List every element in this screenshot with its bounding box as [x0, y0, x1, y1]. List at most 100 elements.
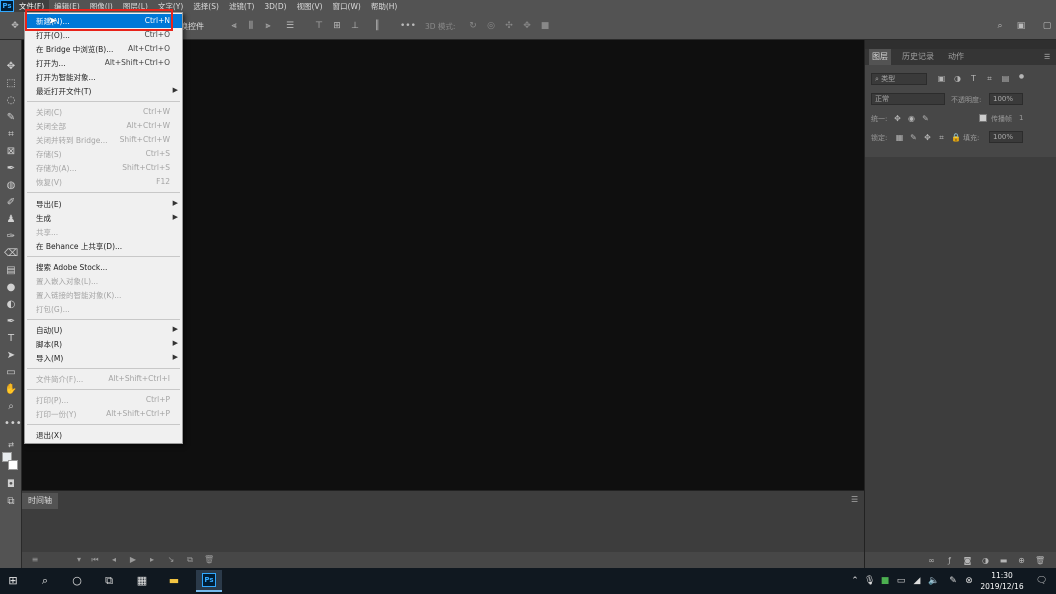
next-frame-icon[interactable]: ▸ — [147, 555, 157, 565]
filter-toggle-icon[interactable]: ● — [1017, 72, 1026, 81]
menu-item-print-one-copy[interactable]: 打印一份(Y) Alt+Shift+Ctrl+P — [25, 407, 182, 421]
timeline-tab[interactable]: 时间轴 — [22, 493, 58, 509]
filter-shape-icon[interactable]: ⌗ — [985, 74, 994, 83]
new-group-icon[interactable]: ▬ — [999, 556, 1008, 565]
hand-tool-icon[interactable]: ✋ — [4, 383, 18, 397]
unify-visibility-icon[interactable]: ◉ — [907, 114, 916, 123]
menu-select[interactable]: 选择(S) — [188, 0, 224, 12]
lasso-tool-icon[interactable]: ◌ — [4, 94, 18, 108]
lock-image-icon[interactable]: ✎ — [909, 133, 918, 142]
menu-item-search-adobe-stock[interactable]: 搜索 Adobe Stock... — [25, 260, 182, 274]
search-icon[interactable]: ⌕ — [995, 21, 1005, 31]
menu-item-scripts[interactable]: 脚本(R) ▶ — [25, 337, 182, 351]
tween-icon[interactable]: ↘ — [166, 555, 176, 565]
lock-position-icon[interactable]: ✥ — [923, 133, 932, 142]
menu-view[interactable]: 视图(V) — [292, 0, 328, 12]
menu-item-open-as-smart-object[interactable]: 打开为智能对象... — [25, 70, 182, 84]
gradient-tool-icon[interactable]: ▤ — [4, 264, 18, 278]
background-color-swatch[interactable] — [8, 460, 18, 470]
blend-mode-select[interactable]: 正常 — [871, 93, 945, 105]
panel-menu-icon[interactable]: ☰ — [1044, 53, 1053, 61]
menu-item-share-on-behance[interactable]: 在 Behance 上共享(D)... — [25, 239, 182, 253]
windows-start-icon[interactable]: ⊞ — [6, 574, 20, 588]
share-icon[interactable]: ▢ — [1042, 21, 1052, 31]
screen-mode-icon[interactable]: ⧉ — [4, 495, 18, 509]
menu-item-close-go-to-bridge[interactable]: 关闭并转到 Bridge... Shift+Ctrl+W — [25, 133, 182, 147]
brush-tool-icon[interactable]: ✐ — [4, 196, 18, 210]
crop-tool-icon[interactable]: ⌗ — [4, 128, 18, 142]
pen-tool-icon[interactable]: ✒ — [4, 315, 18, 329]
zoom-tool-icon[interactable]: ⌕ — [4, 400, 18, 414]
blur-tool-icon[interactable]: ● — [4, 281, 18, 295]
rectangle-tool-icon[interactable]: ▭ — [4, 366, 18, 380]
align-center-h-icon[interactable]: ⫼ — [246, 21, 256, 31]
menu-item-close-all[interactable]: 关闭全部 Alt+Ctrl+W — [25, 119, 182, 133]
delete-frame-icon[interactable]: 🗑 — [204, 555, 214, 565]
menu-item-save[interactable]: 存储(S) Ctrl+S — [25, 147, 182, 161]
cortana-icon[interactable]: ○ — [70, 574, 84, 588]
new-layer-icon[interactable]: ⊕ — [1017, 556, 1026, 565]
taskbar-clock[interactable]: 11:30 2019/12/16 — [978, 570, 1026, 592]
menu-item-place-linked[interactable]: 置入链接的智能对象(K)... — [25, 288, 182, 302]
delete-layer-icon[interactable]: 🗑 — [1035, 556, 1045, 565]
menu-item-save-as[interactable]: 存储为(A)... Shift+Ctrl+S — [25, 161, 182, 175]
menu-item-share[interactable]: 共享... — [25, 225, 182, 239]
edit-toolbar-icon[interactable]: ••• — [4, 417, 22, 431]
show-hidden-icons-icon[interactable]: ⌃ — [850, 575, 860, 587]
calculator-icon[interactable]: ▦ — [135, 574, 149, 588]
filter-smart-object-icon[interactable]: ▤ — [1001, 74, 1010, 83]
wechat-icon[interactable]: ■ — [880, 575, 890, 587]
menu-filter[interactable]: 滤镜(T) — [224, 0, 259, 12]
move-tool-icon[interactable]: ✥ — [4, 60, 18, 74]
tool-icon[interactable]: ✎ — [948, 575, 958, 587]
timeline-options-icon[interactable]: ≡ — [30, 555, 40, 565]
link-layers-icon[interactable]: ∞ — [927, 556, 936, 565]
menu-item-export[interactable]: 导出(E) ▶ — [25, 197, 182, 211]
fill-field[interactable]: 100% — [989, 131, 1023, 143]
menu-help[interactable]: 帮助(H) — [366, 0, 403, 12]
frame-tool-icon[interactable]: ⊠ — [4, 145, 18, 159]
3d-slide-icon[interactable]: ✥ — [522, 21, 532, 31]
healing-brush-tool-icon[interactable]: ◍ — [4, 179, 18, 193]
filter-adjustment-icon[interactable]: ◑ — [953, 74, 962, 83]
menu-item-file-info[interactable]: 文件简介(F)... Alt+Shift+Ctrl+I — [25, 372, 182, 386]
menu-item-browse-in-bridge[interactable]: 在 Bridge 中浏览(B)... Alt+Ctrl+O — [25, 42, 182, 56]
3d-roll-icon[interactable]: ◎ — [486, 21, 496, 31]
menu-item-print[interactable]: 打印(P)... Ctrl+P — [25, 393, 182, 407]
menu-3d[interactable]: 3D(D) — [259, 0, 291, 12]
filter-type-icon[interactable]: T — [969, 74, 978, 83]
align-bottom-icon[interactable]: ⊥ — [350, 21, 360, 31]
align-middle-v-icon[interactable]: ⊞ — [332, 21, 342, 31]
dropdown-arrow-icon[interactable]: ▾ — [74, 555, 84, 565]
unify-position-icon[interactable]: ✥ — [893, 114, 902, 123]
panel-menu-icon[interactable]: ☰ — [851, 496, 861, 504]
swap-colors-icon[interactable]: ⇄ — [4, 438, 18, 452]
microphone-icon[interactable]: 🎙 — [864, 575, 875, 587]
distribute-icon[interactable]: ☰ — [285, 21, 295, 31]
close-circle-icon[interactable]: ⊗ — [964, 575, 974, 587]
play-icon[interactable]: ▶ — [128, 555, 138, 565]
3d-orbit-icon[interactable]: ↻ — [468, 21, 478, 31]
tab-actions[interactable]: 动作 — [945, 49, 967, 65]
workspace-icon[interactable]: ▣ — [1016, 21, 1026, 31]
quick-mask-icon[interactable]: ◘ — [4, 478, 18, 492]
menu-item-close[interactable]: 关闭(C) Ctrl+W — [25, 105, 182, 119]
eyedropper-tool-icon[interactable]: ✒ — [4, 162, 18, 176]
show-transform-controls-label[interactable]: 换控件 — [180, 21, 204, 32]
menu-item-revert[interactable]: 恢复(V) F12 — [25, 175, 182, 189]
adjustment-layer-icon[interactable]: ◑ — [981, 556, 990, 565]
menu-item-exit[interactable]: 退出(X) — [25, 428, 182, 442]
more-options-icon[interactable]: ••• — [400, 21, 416, 31]
align-top-icon[interactable]: ⊤ — [314, 21, 324, 31]
3d-pan-icon[interactable]: ✣ — [504, 21, 514, 31]
filter-pixel-icon[interactable]: ▣ — [937, 74, 946, 83]
lock-all-icon[interactable]: 🔒 — [951, 133, 961, 142]
duplicate-frame-icon[interactable]: ⧉ — [185, 555, 195, 565]
dodge-tool-icon[interactable]: ◐ — [4, 298, 18, 312]
menu-item-place-embedded[interactable]: 置入嵌入对象(L)... — [25, 274, 182, 288]
tab-history[interactable]: 历史记录 — [899, 49, 937, 65]
lock-artboard-icon[interactable]: ⌗ — [937, 133, 946, 142]
distribute-v-icon[interactable]: ║ — [372, 21, 382, 31]
clone-stamp-tool-icon[interactable]: ♟ — [4, 213, 18, 227]
photoshop-taskbar-button[interactable]: Ps — [196, 570, 222, 592]
